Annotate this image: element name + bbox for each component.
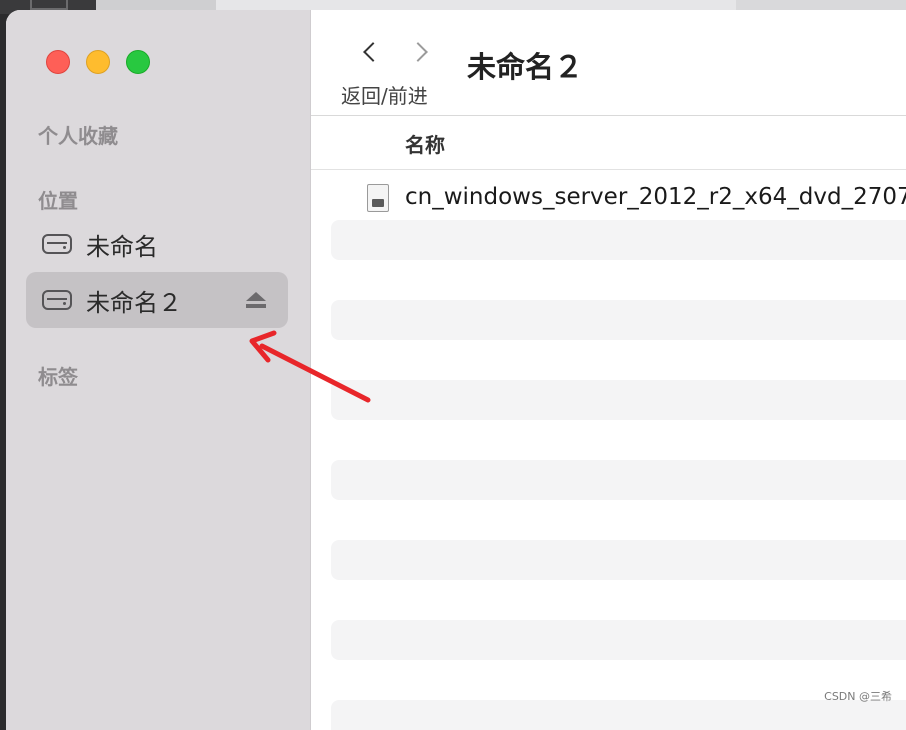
forward-button[interactable]: [408, 40, 429, 64]
sidebar-section-favorites: 个人收藏: [38, 124, 118, 148]
sidebar-item-label: 未命名: [86, 232, 158, 261]
back-button[interactable]: [361, 40, 383, 64]
empty-row: [331, 220, 906, 260]
sidebar-item-unnamed[interactable]: 未命名: [26, 216, 288, 272]
disk-icon: [42, 290, 72, 310]
disk-image-icon: [367, 184, 389, 212]
zoom-button[interactable]: [126, 50, 150, 74]
plus-icon: [30, 0, 68, 10]
chevron-right-icon: [408, 42, 428, 62]
empty-row: [331, 380, 906, 420]
toolbar: 返回/前进 未命名２: [311, 10, 906, 116]
sidebar-item-unnamed-2[interactable]: 未命名２: [26, 272, 288, 328]
empty-row: [331, 700, 906, 730]
main-content: 返回/前进 未命名２ 名称 cn_windows_server_2012_r2_…: [311, 10, 906, 730]
minimize-button[interactable]: [86, 50, 110, 74]
background-tab: [96, 0, 216, 10]
disk-icon: [42, 234, 72, 254]
column-header-name[interactable]: 名称: [405, 129, 445, 158]
empty-row: [331, 300, 906, 340]
finder-window: 个人收藏 位置 未命名 未命名２ 标签 返回/前进 未命名２ 名称 cn_win…: [6, 10, 906, 730]
empty-row: [331, 620, 906, 660]
sidebar: 个人收藏 位置 未命名 未命名２ 标签: [6, 10, 311, 730]
close-button[interactable]: [46, 50, 70, 74]
nav-label: 返回/前进: [341, 84, 428, 108]
sidebar-section-tags: 标签: [38, 365, 78, 389]
background-tab: [216, 0, 736, 10]
window-title: 未命名２: [467, 50, 584, 84]
empty-row: [331, 540, 906, 580]
watermark: CSDN @三希: [824, 690, 892, 703]
sidebar-item-label: 未命名２: [86, 288, 182, 317]
eject-icon[interactable]: [246, 292, 266, 310]
empty-row: [331, 460, 906, 500]
chevron-left-icon: [363, 42, 383, 62]
background-tab: [736, 0, 906, 10]
list-item[interactable]: cn_windows_server_2012_r2_x64_dvd_2707: [311, 180, 906, 220]
file-name: cn_windows_server_2012_r2_x64_dvd_2707: [405, 184, 906, 210]
sidebar-section-locations: 位置: [38, 189, 78, 213]
column-header: 名称: [311, 115, 906, 170]
